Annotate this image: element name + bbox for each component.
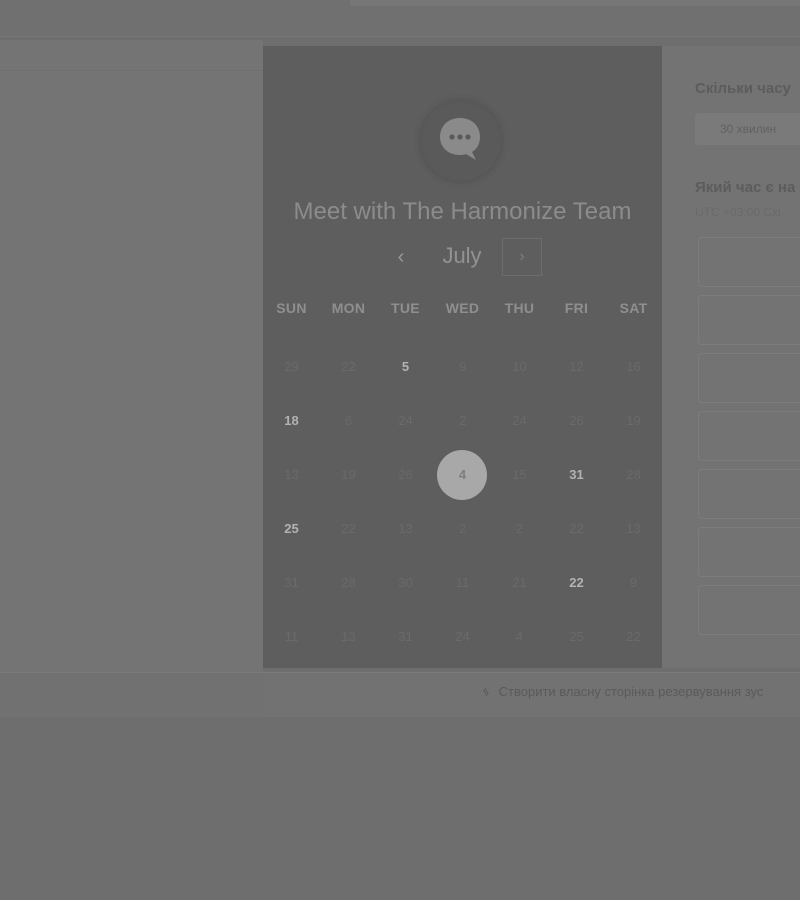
time-slot[interactable] [698, 527, 800, 577]
calendar-day: 22 [569, 521, 584, 536]
calendar-day: 28 [626, 467, 641, 482]
calendar-day: 31 [284, 575, 299, 590]
time-slot[interactable] [698, 411, 800, 461]
calendar-day: 9 [458, 359, 467, 374]
time-slot[interactable] [698, 295, 800, 345]
create-booking-page-link-label: Створити власну сторінка резервування зу… [498, 684, 764, 699]
calendar-day: 15 [512, 467, 527, 482]
calendar-day: 13 [341, 629, 356, 644]
calendar-day: 22 [341, 359, 356, 374]
calendar-day: 13 [626, 521, 641, 536]
calendar-day[interactable]: 18 [263, 413, 320, 428]
calendar-day: 10 [512, 359, 527, 374]
calendar-day: 30 [398, 575, 413, 590]
next-month-button[interactable]: › [502, 238, 542, 276]
timezone-label[interactable]: UTC +03:00 Схі [695, 205, 781, 219]
calendar-day: 29 [284, 359, 299, 374]
calendar-day: 2 [515, 521, 524, 536]
weekday-header: TUE [391, 300, 420, 316]
team-avatar [422, 102, 500, 180]
chat-bubble-icon [440, 118, 480, 160]
calendar-day[interactable]: 31 [548, 467, 605, 482]
calendar-day[interactable]: 25 [263, 521, 320, 536]
calendar-day: 26 [398, 467, 413, 482]
chevron-right-icon: › [519, 248, 525, 265]
duration-question: Скільки часу [695, 80, 791, 97]
calendar-day: 19 [341, 467, 356, 482]
weekday-header: SUN [276, 300, 307, 316]
weekday-header: FRI [564, 300, 589, 316]
calendar-day: 9 [629, 575, 638, 590]
calendar-day: 24 [398, 413, 413, 428]
weekday-header: WED [445, 300, 480, 316]
top-bar-ghost [350, 0, 800, 6]
duration-option-label: 30 хвилин [720, 122, 777, 136]
calendar-day[interactable]: 5 [377, 359, 434, 374]
calendar-day: 6 [344, 413, 353, 428]
weekday-header: SAT [619, 300, 648, 316]
calendar-day: 19 [626, 413, 641, 428]
top-bar [0, 0, 800, 37]
time-slot[interactable] [698, 353, 800, 403]
calendar-day: 25 [569, 629, 584, 644]
calendar-day: 12 [569, 359, 584, 374]
previous-month-button[interactable]: ‹ [384, 241, 418, 275]
calendar-day: 22 [341, 521, 356, 536]
left-panel-header [0, 40, 263, 71]
calendar-day: 4 [515, 629, 524, 644]
weekday-header: MON [331, 300, 366, 316]
hubspot-sprocket-icon: ᛃ [482, 684, 490, 699]
weekday-header: THU [504, 300, 535, 316]
time-slot[interactable] [698, 237, 800, 287]
calendar-day: 2 [458, 413, 467, 428]
calendar-day-selected[interactable]: 4 [434, 467, 491, 482]
calendar-day: 24 [512, 413, 527, 428]
calendar-day: 28 [341, 575, 356, 590]
month-label: July [442, 243, 482, 268]
calendar-day: 26 [569, 413, 584, 428]
left-panel [0, 40, 263, 672]
chevron-left-icon: ‹ [397, 246, 405, 268]
duration-option-button[interactable]: 30 хвилин [695, 113, 800, 145]
calendar-day: 13 [284, 467, 299, 482]
calendar-day: 13 [398, 521, 413, 536]
calendar-day: 11 [455, 575, 470, 590]
time-question: Який час є на [695, 179, 796, 196]
calendar-day: 31 [398, 629, 413, 644]
create-booking-page-link[interactable]: ᛃ Створити власну сторінка резервування … [482, 684, 763, 699]
calendar-day[interactable]: 22 [548, 575, 605, 590]
meeting-title: Meet with The Harmonize Team [293, 198, 632, 225]
calendar-day: 2 [458, 521, 467, 536]
calendar-day: 21 [512, 575, 527, 590]
calendar-day: 11 [284, 629, 299, 644]
calendar-day: 22 [626, 629, 641, 644]
time-slot[interactable] [698, 469, 800, 519]
calendar-day: 16 [626, 359, 641, 374]
calendar-day: 24 [455, 629, 470, 644]
time-slot[interactable] [698, 585, 800, 635]
